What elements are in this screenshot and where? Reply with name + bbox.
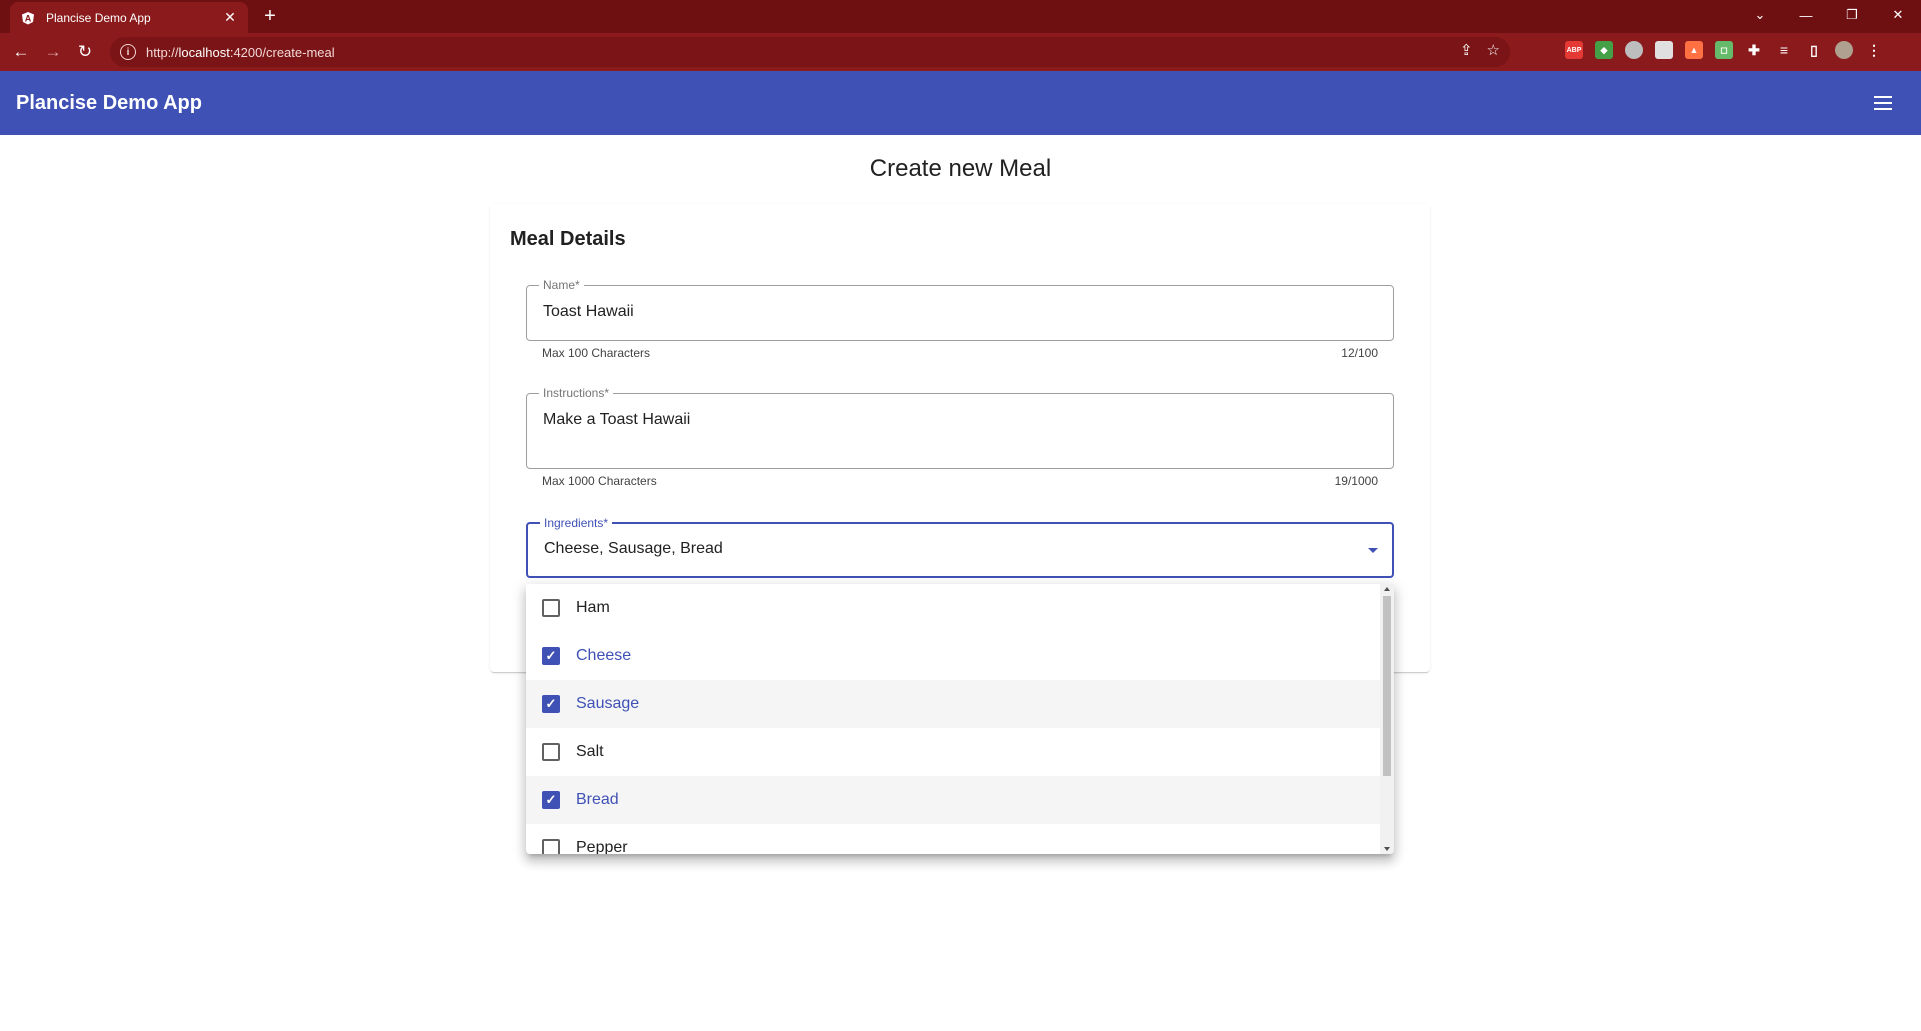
app-title[interactable]: Plancise Demo App bbox=[16, 92, 202, 115]
option-label: Pepper bbox=[576, 839, 628, 854]
svg-text:A: A bbox=[25, 13, 32, 23]
instructions-hint: Max 1000 Characters bbox=[542, 474, 657, 488]
checkbox-icon[interactable] bbox=[542, 743, 560, 761]
address-bar[interactable]: i http://localhost:4200/create-meal ⇪ ☆ bbox=[110, 37, 1510, 67]
browser-toolbar: ← → ↻ i http://localhost:4200/create-mea… bbox=[0, 33, 1921, 71]
extension-icon[interactable]: ▲ bbox=[1685, 41, 1703, 59]
extension-icon[interactable] bbox=[1655, 41, 1673, 59]
adblock-extension-icon[interactable]: ABP bbox=[1565, 41, 1583, 59]
scroll-down-icon[interactable] bbox=[1384, 847, 1390, 851]
option-label: Ham bbox=[576, 599, 610, 616]
minimize-icon[interactable]: — bbox=[1783, 0, 1829, 30]
site-info-icon[interactable]: i bbox=[120, 44, 136, 60]
card-title: Meal Details bbox=[510, 228, 626, 250]
extensions-area: ABP ◆ ▲ ◻ ✚ ≡ ▯ ⋮ bbox=[1565, 41, 1883, 59]
option-label: Sausage bbox=[576, 695, 640, 712]
scroll-thumb[interactable] bbox=[1383, 596, 1391, 776]
reload-icon[interactable]: ↻ bbox=[72, 39, 98, 65]
angular-icon: A bbox=[20, 10, 36, 26]
option-salt[interactable]: Salt bbox=[526, 728, 1380, 776]
checked-checkbox-icon[interactable]: ✓ bbox=[542, 647, 560, 665]
url-prefix: http:// bbox=[146, 44, 179, 60]
ingredients-select[interactable]: Ingredients* Cheese, Sausage, Bread bbox=[526, 516, 1394, 578]
restore-icon[interactable]: ❐ bbox=[1829, 0, 1875, 30]
url-host: localhost bbox=[178, 44, 230, 60]
panel-scrollbar[interactable] bbox=[1380, 584, 1394, 854]
option-label: Salt bbox=[576, 743, 604, 760]
instructions-textarea[interactable]: Make a Toast Hawaii bbox=[543, 411, 690, 429]
extension-icon[interactable]: ◻ bbox=[1715, 41, 1733, 59]
browser-tab[interactable]: A Plancise Demo App ✕ bbox=[10, 2, 248, 33]
option-pepper[interactable]: Pepper bbox=[526, 824, 1380, 854]
name-hint: Max 100 Characters bbox=[542, 346, 651, 360]
forward-icon[interactable]: → bbox=[40, 39, 66, 65]
browser-menu-icon[interactable]: ⋮ bbox=[1865, 41, 1883, 59]
option-sausage[interactable]: ✓ Sausage bbox=[526, 680, 1380, 728]
close-window-icon[interactable]: ✕ bbox=[1875, 0, 1921, 30]
media-icon[interactable]: ≡ bbox=[1775, 41, 1793, 59]
name-input[interactable]: Toast Hawaii bbox=[543, 303, 634, 321]
instructions-counter: 19/1000 bbox=[1334, 474, 1378, 488]
option-bread[interactable]: ✓ Bread bbox=[526, 776, 1380, 824]
close-tab-icon[interactable]: ✕ bbox=[222, 9, 238, 26]
extension-icon[interactable]: ◆ bbox=[1595, 41, 1613, 59]
option-label: Bread bbox=[576, 791, 619, 808]
checked-checkbox-icon[interactable]: ✓ bbox=[542, 695, 560, 713]
share-icon[interactable]: ⇪ bbox=[1460, 41, 1473, 59]
checked-checkbox-icon[interactable]: ✓ bbox=[542, 791, 560, 809]
page-title: Create new Meal bbox=[869, 155, 1052, 182]
window-controls: ⌄ — ❐ ✕ bbox=[1737, 0, 1921, 33]
ingredients-selected-value: Cheese, Sausage, Bread bbox=[544, 540, 723, 557]
profile-avatar-icon[interactable] bbox=[1835, 41, 1853, 59]
tab-search-icon[interactable]: ⌄ bbox=[1737, 0, 1783, 30]
bookmark-star-icon[interactable]: ☆ bbox=[1487, 41, 1500, 59]
ingredients-options-panel: Ham ✓ Cheese ✓ Sausage Salt ✓ Bread Pepp… bbox=[526, 584, 1394, 854]
hamburger-menu-icon[interactable] bbox=[1871, 91, 1895, 115]
ingredients-label: Ingredients* bbox=[540, 516, 613, 530]
name-label: Name* bbox=[539, 278, 584, 292]
name-counter: 12/100 bbox=[1341, 346, 1378, 360]
option-cheese[interactable]: ✓ Cheese bbox=[526, 632, 1380, 680]
new-tab-icon[interactable]: + bbox=[258, 4, 282, 28]
checkbox-icon[interactable] bbox=[542, 599, 560, 617]
option-label: Cheese bbox=[576, 647, 632, 664]
extension-icon[interactable] bbox=[1625, 41, 1643, 59]
side-panel-icon[interactable]: ▯ bbox=[1805, 41, 1823, 59]
tab-title: Plancise Demo App bbox=[46, 10, 151, 25]
instructions-field[interactable]: Instructions* Make a Toast Hawaii bbox=[526, 386, 1394, 469]
scroll-up-icon[interactable] bbox=[1384, 587, 1390, 591]
browser-tab-bar: A Plancise Demo App ✕ + ⌄ — ❐ ✕ bbox=[0, 0, 1921, 33]
checkbox-icon[interactable] bbox=[542, 839, 560, 854]
app-toolbar: Plancise Demo App bbox=[0, 71, 1921, 135]
back-icon[interactable]: ← bbox=[8, 39, 34, 65]
url-path: :4200/create-meal bbox=[229, 44, 335, 60]
dropdown-arrow-icon[interactable] bbox=[1368, 548, 1378, 553]
name-field[interactable]: Name* Toast Hawaii bbox=[526, 278, 1394, 341]
instructions-label: Instructions* bbox=[539, 386, 614, 400]
puzzle-extensions-icon[interactable]: ✚ bbox=[1745, 41, 1763, 59]
option-ham[interactable]: Ham bbox=[526, 584, 1380, 632]
